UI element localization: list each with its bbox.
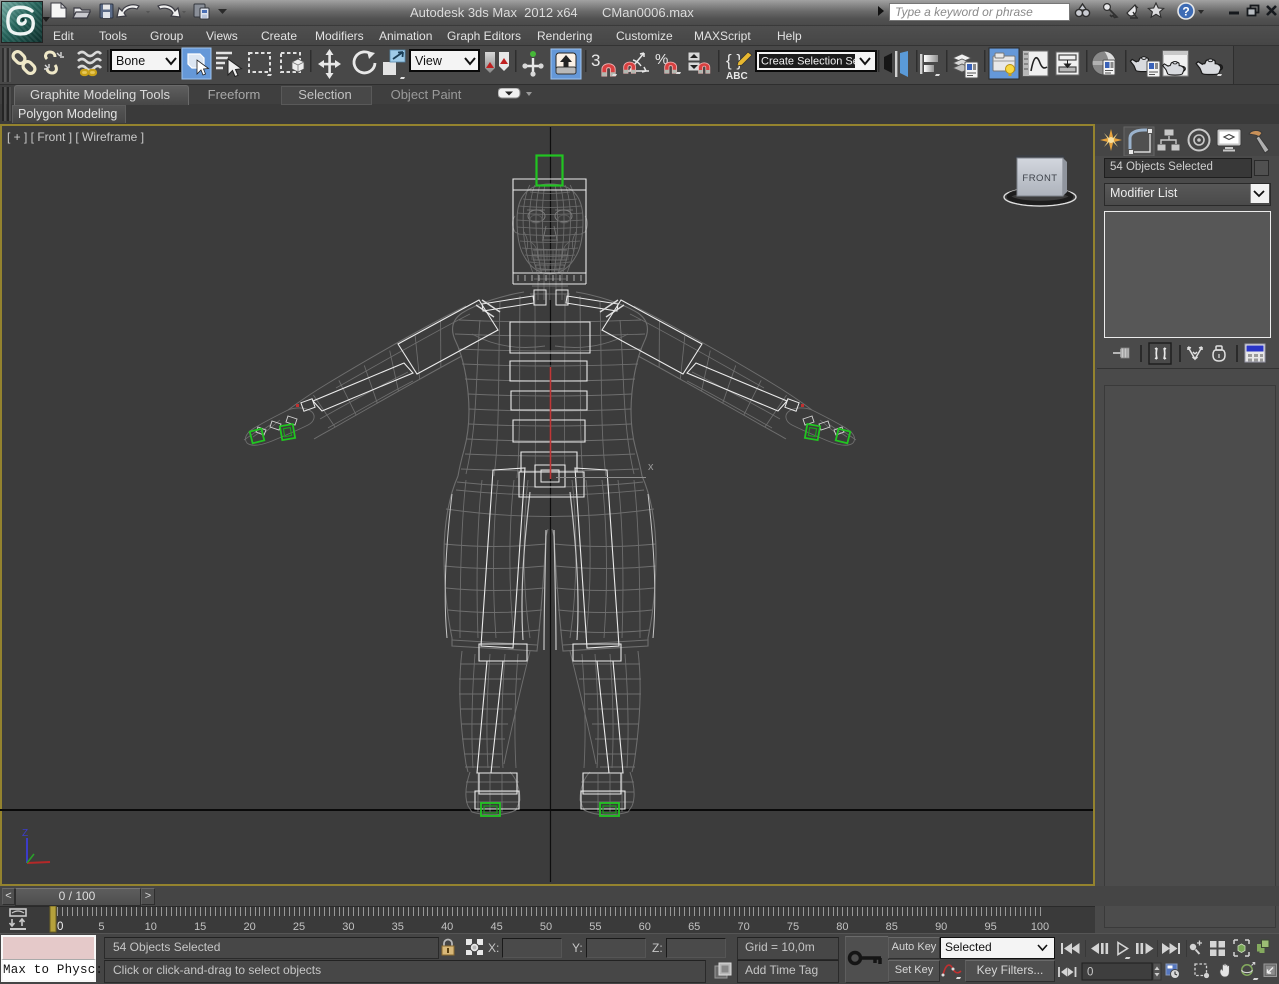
svg-text:90: 90 <box>935 921 947 933</box>
svg-text:ABC: ABC <box>726 71 748 82</box>
svg-text:45: 45 <box>490 921 502 933</box>
svg-text:0: 0 <box>57 921 63 933</box>
svg-text:85: 85 <box>886 921 898 933</box>
svg-text:80: 80 <box>836 921 848 933</box>
svg-text:30: 30 <box>342 921 354 933</box>
svg-text:?: ? <box>1182 5 1189 19</box>
svg-text:20: 20 <box>243 921 255 933</box>
svg-text:35: 35 <box>392 921 404 933</box>
svg-text:View: View <box>415 54 443 68</box>
svg-text:Z: Z <box>22 828 28 839</box>
svg-text:25: 25 <box>293 921 305 933</box>
svg-text:3: 3 <box>591 51 600 70</box>
svg-text:10: 10 <box>145 921 157 933</box>
svg-text:65: 65 <box>688 921 700 933</box>
svg-text:5: 5 <box>98 921 104 933</box>
svg-text:50: 50 <box>540 921 552 933</box>
svg-text:60: 60 <box>639 921 651 933</box>
svg-text:70: 70 <box>737 921 749 933</box>
svg-text:x: x <box>648 461 654 473</box>
svg-text:100: 100 <box>1031 921 1049 933</box>
svg-text:FRONT: FRONT <box>1022 173 1057 184</box>
svg-text:40: 40 <box>441 921 453 933</box>
svg-text:55: 55 <box>589 921 601 933</box>
svg-text:95: 95 <box>984 921 996 933</box>
svg-text:0: 0 <box>1087 967 1093 979</box>
svg-text:Bone: Bone <box>116 54 145 68</box>
svg-text:75: 75 <box>787 921 799 933</box>
svg-text:15: 15 <box>194 921 206 933</box>
svg-text:Create Selection Se: Create Selection Se <box>761 56 859 68</box>
